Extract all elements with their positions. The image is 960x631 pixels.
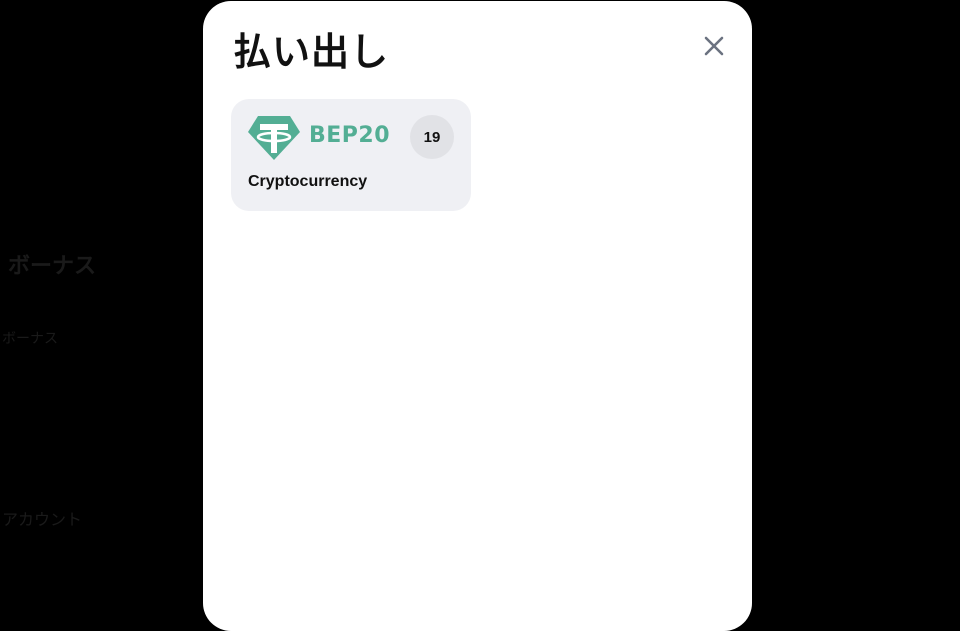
network-label: BEP20 [309,123,391,148]
background-bonus-heading: ボーナス [8,254,97,279]
background-bonus-text: ボーナス [2,331,58,347]
close-icon [704,36,724,56]
count-badge: 19 [410,115,454,159]
payment-method-card[interactable]: BEP20 19 Cryptocurrency [231,99,471,211]
background-account-text: アカウント [2,510,83,529]
withdrawal-modal: 払い出し BEP20 19 Cryptocurrency [203,1,752,631]
modal-title: 払い出し [233,30,390,74]
tether-usdt-icon [248,116,300,160]
close-button[interactable] [697,29,731,63]
payment-method-name: Cryptocurrency [248,173,368,190]
